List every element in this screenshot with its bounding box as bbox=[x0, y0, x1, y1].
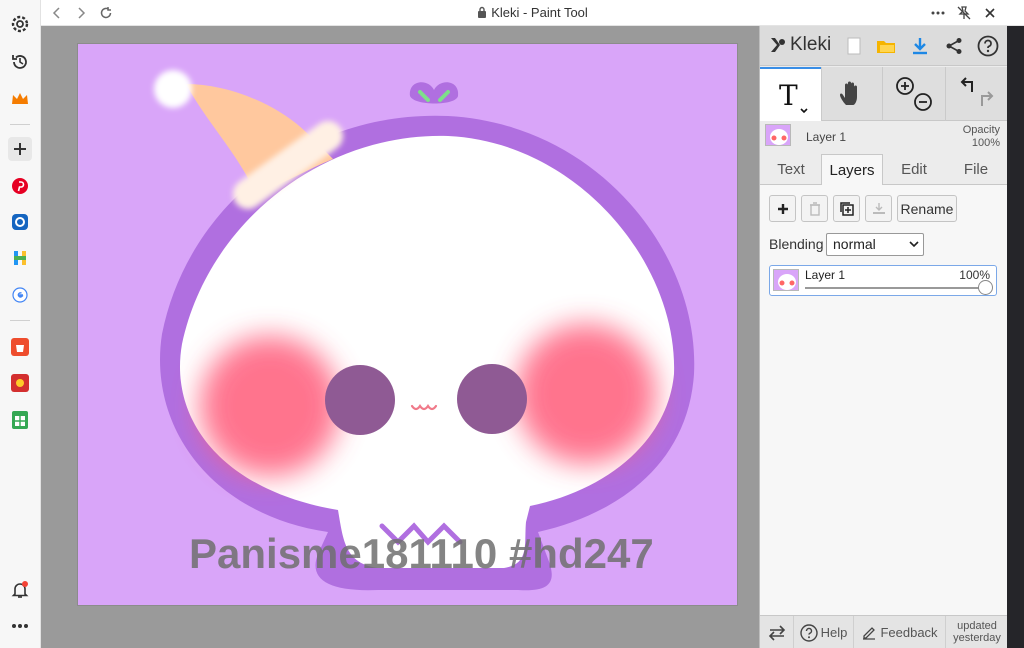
updated-label: updated yesterday bbox=[953, 620, 1001, 644]
google-icon[interactable] bbox=[8, 283, 32, 307]
undo-redo-buttons bbox=[945, 67, 1008, 121]
drawing-canvas[interactable]: Panisme181110 #hd247 bbox=[77, 43, 738, 606]
tab-text[interactable]: Text bbox=[760, 154, 822, 185]
blending-label: Blending bbox=[769, 236, 824, 252]
window-title: Kleki - Paint Tool bbox=[491, 5, 588, 20]
panel-header: Kleki bbox=[760, 26, 1008, 66]
notifications-icon[interactable] bbox=[8, 578, 32, 602]
trash-icon bbox=[809, 201, 820, 216]
cheek-left bbox=[200, 336, 340, 476]
svg-text:T: T bbox=[779, 79, 798, 112]
swap-side-button[interactable] bbox=[760, 616, 794, 648]
shopee-icon[interactable] bbox=[8, 335, 32, 359]
tab-file[interactable]: File bbox=[945, 154, 1007, 185]
plus-icon bbox=[777, 203, 788, 214]
tab-edit[interactable]: Edit bbox=[883, 154, 945, 185]
opacity-readout: Opacity 100% bbox=[963, 124, 1000, 150]
opacity-label: Opacity bbox=[962, 124, 1000, 136]
feedback-label: Feedback bbox=[880, 625, 938, 640]
open-folder-icon[interactable] bbox=[872, 32, 900, 60]
merge-down-icon bbox=[872, 202, 885, 214]
window-title-area: Kleki - Paint Tool bbox=[41, 5, 1024, 21]
new-image-icon[interactable] bbox=[840, 32, 868, 60]
translate-app-icon[interactable] bbox=[8, 210, 32, 234]
add-panel-icon[interactable] bbox=[8, 137, 32, 161]
undo-redo-icons bbox=[960, 77, 994, 106]
feedback-icon bbox=[863, 626, 876, 640]
duplicate-layer-button[interactable] bbox=[833, 195, 860, 222]
help-label: Help bbox=[820, 625, 848, 640]
feedback-button[interactable]: Feedback bbox=[854, 616, 946, 648]
current-layer-info: Layer 1 Opacity 100% bbox=[760, 121, 1008, 155]
eye-left bbox=[325, 365, 395, 435]
browser-sidebar bbox=[0, 0, 41, 648]
text-tool-icon: T bbox=[779, 79, 808, 114]
sidebar-divider bbox=[10, 320, 30, 321]
layer-opacity-slider[interactable] bbox=[805, 287, 985, 289]
undo-icon bbox=[960, 77, 973, 92]
crown-icon[interactable] bbox=[8, 87, 32, 111]
zoom-icons bbox=[896, 77, 932, 111]
share-icon[interactable] bbox=[940, 32, 968, 60]
help-button[interactable]: Help bbox=[794, 616, 854, 648]
hotel-app-icon[interactable] bbox=[8, 246, 32, 270]
layers-panel: Rename Blending normal Layer 1 100% bbox=[760, 185, 1008, 615]
blending-select[interactable]: normal bbox=[826, 233, 924, 256]
add-layer-button[interactable] bbox=[769, 195, 796, 222]
sprout-bulb bbox=[409, 82, 459, 104]
zoom-in-icon bbox=[896, 77, 914, 95]
more-icon[interactable] bbox=[8, 614, 32, 638]
menu-dots-icon[interactable] bbox=[928, 3, 948, 23]
kleki-logo-icon bbox=[771, 38, 785, 52]
layer-row-name: Layer 1 bbox=[805, 268, 846, 282]
chevron-down-icon bbox=[909, 234, 919, 261]
question-icon bbox=[799, 623, 818, 642]
download-icon[interactable] bbox=[906, 32, 934, 60]
sheets-icon[interactable] bbox=[8, 408, 32, 432]
zoom-buttons bbox=[882, 67, 945, 121]
rename-button[interactable]: Rename bbox=[897, 195, 957, 222]
sidebar-divider bbox=[10, 124, 30, 125]
history-icon[interactable] bbox=[8, 50, 32, 74]
toolbar: T bbox=[760, 67, 1008, 121]
hand-tool-button[interactable] bbox=[821, 67, 882, 121]
duplicate-icon bbox=[839, 201, 854, 216]
redo-icon bbox=[981, 91, 994, 106]
swap-icon bbox=[768, 624, 785, 641]
panel-footer: Help Feedback updated yesterday bbox=[760, 615, 1008, 648]
help-icon[interactable] bbox=[974, 32, 1002, 60]
layer-thumbnail bbox=[765, 124, 791, 146]
drawing-artwork: Panisme181110 #hd247 bbox=[154, 70, 695, 591]
layer-opacity-slider-handle[interactable] bbox=[978, 280, 993, 295]
unpin-icon[interactable] bbox=[954, 3, 974, 23]
opacity-value: 100% bbox=[971, 137, 1000, 149]
pinterest-icon[interactable] bbox=[8, 174, 32, 198]
kleki-side-panel: Kleki T Layer 1 Opacity 100% Text Layers… bbox=[759, 26, 1008, 648]
browser-titlebar: Kleki - Paint Tool bbox=[41, 0, 1024, 26]
logo-text: Kleki bbox=[790, 34, 832, 55]
eye-right bbox=[457, 364, 527, 434]
lock-icon bbox=[477, 6, 487, 21]
settings-icon[interactable] bbox=[8, 12, 32, 36]
tab-layers[interactable]: Layers bbox=[821, 154, 883, 186]
hand-icon bbox=[840, 81, 857, 105]
hat-pompom bbox=[154, 70, 192, 108]
canvas-watermark: Panisme181110 #hd247 bbox=[189, 530, 654, 577]
delete-layer-button[interactable] bbox=[801, 195, 828, 222]
close-icon[interactable] bbox=[980, 3, 1000, 23]
layer-row-thumbnail bbox=[773, 269, 799, 291]
layer-list-item[interactable]: Layer 1 100% bbox=[769, 265, 997, 296]
blending-value: normal bbox=[833, 236, 876, 252]
cheek-right bbox=[516, 324, 656, 464]
canvas-area[interactable]: Panisme181110 #hd247 bbox=[41, 26, 759, 648]
panel-tabs: Text Layers Edit File bbox=[760, 154, 1008, 186]
background-app-edge bbox=[1007, 26, 1024, 648]
current-layer-name: Layer 1 bbox=[806, 130, 847, 144]
kleki-logo[interactable]: Kleki bbox=[768, 34, 831, 56]
game-app-icon[interactable] bbox=[8, 371, 32, 395]
zoom-out-icon bbox=[914, 93, 932, 111]
text-tool-button[interactable]: T bbox=[760, 67, 821, 121]
merge-down-button[interactable] bbox=[865, 195, 892, 222]
